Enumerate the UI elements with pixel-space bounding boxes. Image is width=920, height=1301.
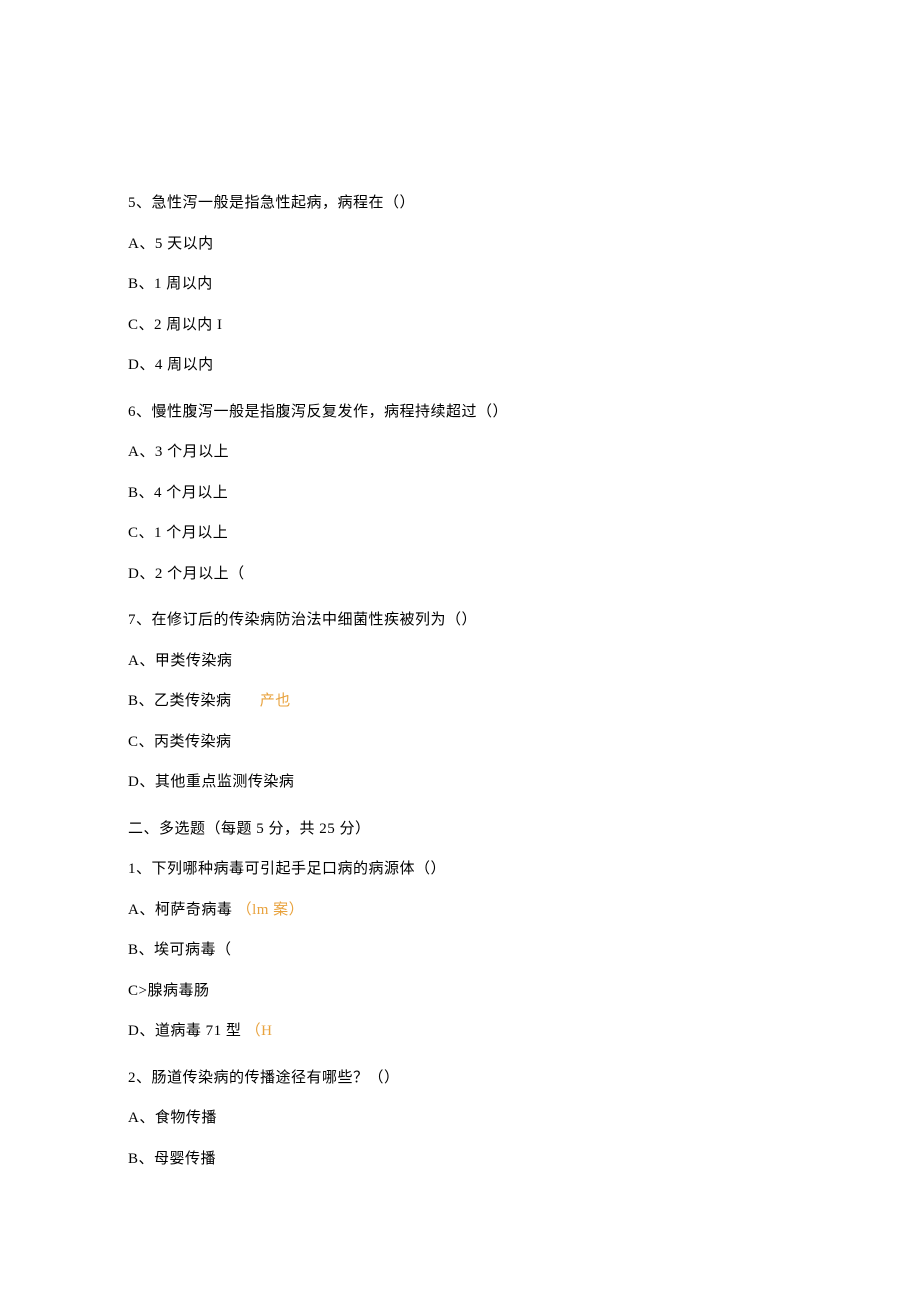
q7-option-b-text: B、乙类传染病 <box>128 693 232 709</box>
m1-option-d: D、道病毒 71 型 （H <box>128 1020 792 1043</box>
q7-option-b: B、乙类传染病 产也 <box>128 690 792 713</box>
q7-option-c: C、丙类传染病 <box>128 731 792 754</box>
q5-option-d: D、4 周以内 <box>128 354 792 377</box>
multi-question-1: 1、下列哪种病毒可引起手足口病的病源体（） <box>128 858 792 881</box>
m2-option-b: B、母婴传播 <box>128 1148 792 1171</box>
m1-option-a-text: A、柯萨奇病毒 <box>128 902 232 918</box>
q6-option-b: B、4 个月以上 <box>128 482 792 505</box>
m1-option-b: B、埃可病毒（ <box>128 939 792 962</box>
m1-option-a: A、柯萨奇病毒 （lm 案） <box>128 899 792 922</box>
q7-option-d: D、其他重点监测传染病 <box>128 771 792 794</box>
q5-option-a: A、5 天以内 <box>128 233 792 256</box>
question-5: 5、急性泻一般是指急性起病，病程在（） <box>128 192 792 215</box>
q7-option-b-annotation: 产也 <box>260 693 291 709</box>
m2-option-a: A、食物传播 <box>128 1107 792 1130</box>
question-7: 7、在修订后的传染病防治法中细菌性疾被列为（） <box>128 609 792 632</box>
question-6: 6、慢性腹泻一般是指腹泻反复发作，病程持续超过（） <box>128 401 792 424</box>
m1-option-d-annotation: （H <box>246 1023 273 1039</box>
q7-option-a: A、甲类传染病 <box>128 650 792 673</box>
q6-option-a: A、3 个月以上 <box>128 441 792 464</box>
section-2-header: 二、多选题（每题 5 分，共 25 分） <box>128 818 792 841</box>
m1-option-c: C>腺病毒肠 <box>128 980 792 1003</box>
q6-option-c: C、1 个月以上 <box>128 522 792 545</box>
multi-question-2: 2、肠道传染病的传播途径有哪些？（） <box>128 1067 792 1090</box>
q5-option-c: C、2 周以内 I <box>128 314 792 337</box>
q5-option-b: B、1 周以内 <box>128 273 792 296</box>
m1-option-d-text: D、道病毒 71 型 <box>128 1023 241 1039</box>
m1-option-a-annotation: （lm 案） <box>237 902 305 918</box>
q6-option-d: D、2 个月以上（ <box>128 563 792 586</box>
